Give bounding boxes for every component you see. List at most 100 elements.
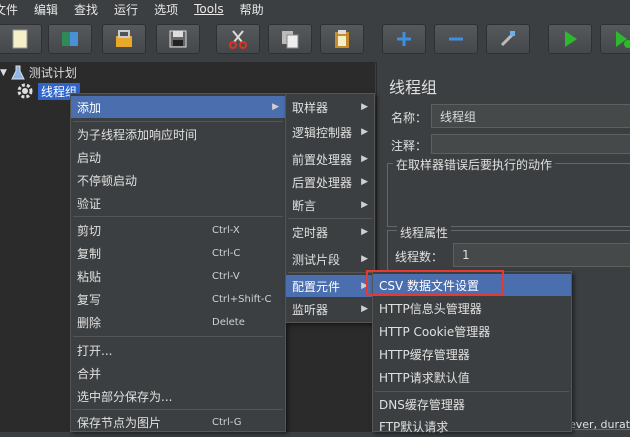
menu-run[interactable]: 运行 — [114, 1, 150, 18]
templates-button[interactable] — [48, 24, 92, 54]
menu-item-label: 复制 — [77, 246, 102, 261]
menu-item-label: 启动 — [77, 150, 102, 165]
flask-icon — [11, 65, 25, 79]
menu-item-label: 剪切 — [77, 223, 102, 238]
menu-help[interactable]: 帮助 — [240, 1, 276, 18]
menu-item-validate[interactable]: 验证 — [71, 192, 285, 214]
comment-field[interactable] — [431, 134, 630, 154]
menu-item-copy[interactable]: 复制 Ctrl-C — [71, 242, 285, 264]
menu-separator — [73, 336, 283, 337]
menu-item-shortcut: Ctrl-C — [212, 247, 241, 259]
menu-file[interactable]: 文件 — [0, 1, 30, 18]
menu-item-add-response-time[interactable]: 为子线程添加响应时间 — [71, 123, 285, 145]
name-field[interactable]: 线程组 — [431, 104, 630, 128]
menu-item-label: 粘贴 — [77, 269, 102, 284]
cut-button[interactable] — [216, 24, 260, 54]
context-menu: 添加 ▶ 为子线程添加响应时间 启动 不停顿启动 验证 剪切 Ctrl-X 复制… — [70, 93, 286, 432]
threads-label: 线程数： — [395, 250, 444, 264]
submenu-item-listener[interactable]: 监听器 ▶ — [286, 298, 374, 320]
menu-item-label: HTTP信息头管理器 — [379, 301, 482, 316]
submenu-item-assertion[interactable]: 断言 ▶ — [286, 194, 374, 216]
menu-separator — [288, 218, 372, 219]
thread-props-label: 线程属性 — [397, 224, 452, 241]
submenu-arrow-icon: ▶ — [361, 177, 368, 187]
submenu-item-post-processor[interactable]: 后置处理器 ▶ — [286, 171, 374, 193]
submenu-item-test-fragment[interactable]: 测试片段 ▶ — [286, 248, 374, 270]
menu-separator — [73, 121, 283, 122]
submenu-item-timer[interactable]: 定时器 ▶ — [286, 221, 374, 243]
comment-label: 注释： — [391, 139, 428, 153]
toggle-button[interactable] — [486, 24, 530, 54]
gear-icon — [17, 83, 33, 99]
open-button[interactable] — [102, 24, 146, 54]
menu-item-label: 测试片段 — [292, 252, 341, 267]
copy-icon — [282, 31, 299, 49]
menu-item-label: HTTP Cookie管理器 — [379, 324, 491, 339]
menu-item-delete[interactable]: 删除 Delete — [71, 311, 285, 333]
menu-item-save-selection[interactable]: 选中部分保存为... — [71, 385, 285, 407]
menu-item-save-as-image[interactable]: 保存节点为图片 Ctrl-G — [71, 411, 285, 433]
menu-item-add[interactable]: 添加 ▶ — [71, 96, 285, 118]
menu-edit[interactable]: 编辑 — [34, 1, 70, 18]
new-button[interactable] — [0, 24, 42, 54]
submenu-item-http-header-manager[interactable]: HTTP信息头管理器 — [373, 297, 571, 319]
submenu-arrow-icon: ▶ — [272, 102, 279, 112]
menu-item-start[interactable]: 启动 — [71, 146, 285, 168]
menu-item-start-no-pause[interactable]: 不停顿启动 — [71, 169, 285, 191]
highlight-box — [366, 270, 504, 296]
truncated-text: ever, durat — [569, 418, 630, 431]
submenu-item-config-element[interactable]: 配置元件 ▶ — [286, 275, 374, 297]
submenu-item-http-cache-manager[interactable]: HTTP缓存管理器 — [373, 343, 571, 365]
expand-all-button[interactable] — [382, 24, 426, 54]
menu-item-shortcut: Ctrl-X — [212, 224, 240, 236]
submenu-item-http-cookie-manager[interactable]: HTTP Cookie管理器 — [373, 320, 571, 342]
menu-item-shortcut: Ctrl-V — [212, 270, 240, 282]
submenu-arrow-icon: ▶ — [361, 102, 368, 112]
submenu-item-http-request-defaults[interactable]: HTTP请求默认值 — [373, 366, 571, 388]
tree-node-test-plan[interactable]: ▼ 测试计划 — [0, 64, 77, 81]
start-button[interactable] — [548, 24, 592, 54]
menu-options[interactable]: 选项 — [154, 1, 190, 18]
submenu-item-dns-cache-manager[interactable]: DNS缓存管理器 — [373, 393, 571, 415]
menu-item-label: 配置元件 — [292, 279, 341, 294]
copy-button[interactable] — [268, 24, 312, 54]
error-action-label: 在取样器错误后要执行的动作 — [393, 156, 556, 173]
menu-item-label: 删除 — [77, 315, 102, 330]
paste-button[interactable] — [320, 24, 364, 54]
menu-separator — [288, 272, 372, 273]
save-button[interactable] — [156, 24, 200, 54]
menu-item-merge[interactable]: 合并 — [71, 362, 285, 384]
tree-node-label: 测试计划 — [28, 66, 77, 80]
menu-item-label: 添加 — [77, 100, 102, 115]
submenu-item-logic-controller[interactable]: 逻辑控制器 ▶ — [286, 121, 374, 143]
submenu-item-ftp-request-defaults[interactable]: FTP默认请求 — [373, 415, 571, 437]
collapse-arrow-icon[interactable]: ▼ — [0, 68, 7, 78]
menu-item-label: 选中部分保存为... — [77, 389, 173, 404]
play-icon — [565, 31, 577, 47]
cut-icon — [229, 30, 247, 49]
menu-item-label: HTTP请求默认值 — [379, 370, 470, 385]
toolbar — [0, 18, 630, 63]
threads-field[interactable]: 1 — [453, 243, 630, 267]
collapse-all-button[interactable] — [434, 24, 478, 54]
menu-tools[interactable]: Tools — [194, 2, 236, 16]
menu-search[interactable]: 查找 — [74, 1, 110, 18]
menu-item-open[interactable]: 打开... — [71, 339, 285, 361]
start-no-pause-button[interactable] — [600, 24, 630, 54]
menu-item-duplicate[interactable]: 复写 Ctrl+Shift-C — [71, 288, 285, 310]
menu-item-cut[interactable]: 剪切 Ctrl-X — [71, 219, 285, 241]
submenu-item-sampler[interactable]: 取样器 ▶ — [286, 96, 374, 118]
new-icon — [12, 29, 28, 49]
menu-item-label: 打开... — [77, 343, 113, 358]
submenu-arrow-icon: ▶ — [361, 200, 368, 210]
menu-item-paste[interactable]: 粘贴 Ctrl-V — [71, 265, 285, 287]
submenu-item-pre-processor[interactable]: 前置处理器 ▶ — [286, 148, 374, 170]
minus-icon — [449, 37, 463, 41]
menu-item-label: 前置处理器 — [292, 152, 353, 167]
submenu-arrow-icon: ▶ — [361, 154, 368, 164]
add-submenu: 取样器 ▶ 逻辑控制器 ▶ 前置处理器 ▶ 后置处理器 ▶ 断言 ▶ 定时器 ▶… — [285, 93, 375, 323]
play-no-pause-icon — [616, 31, 630, 48]
name-label: 名称： — [391, 111, 428, 125]
open-icon — [116, 30, 132, 47]
menu-item-label: 监听器 — [292, 302, 329, 317]
